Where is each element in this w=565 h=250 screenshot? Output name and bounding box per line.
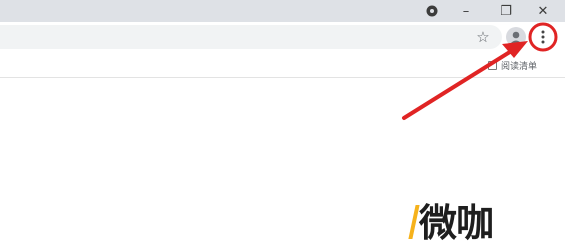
- more-menu-button[interactable]: [534, 26, 552, 48]
- bookmark-star-icon[interactable]: ☆: [472, 26, 494, 48]
- person-icon: [510, 31, 522, 44]
- record-icon: [426, 5, 438, 17]
- three-dots-icon: [541, 30, 545, 44]
- watermark-text: 微咖: [419, 201, 494, 245]
- address-bar[interactable]: [0, 25, 502, 49]
- bookmarks-bar: [0, 53, 565, 78]
- reading-list-icon: [488, 60, 497, 70]
- extension-record-icon[interactable]: [415, 0, 449, 22]
- title-bar: – ❐ ✕: [0, 0, 565, 22]
- restore-button[interactable]: ❐: [489, 0, 523, 22]
- profile-avatar-icon[interactable]: [506, 27, 526, 47]
- reading-list-button[interactable]: 阅读清单: [488, 57, 537, 73]
- reading-list-label: 阅读清单: [501, 61, 538, 72]
- minimize-button[interactable]: –: [449, 0, 483, 22]
- close-button[interactable]: ✕: [526, 0, 560, 22]
